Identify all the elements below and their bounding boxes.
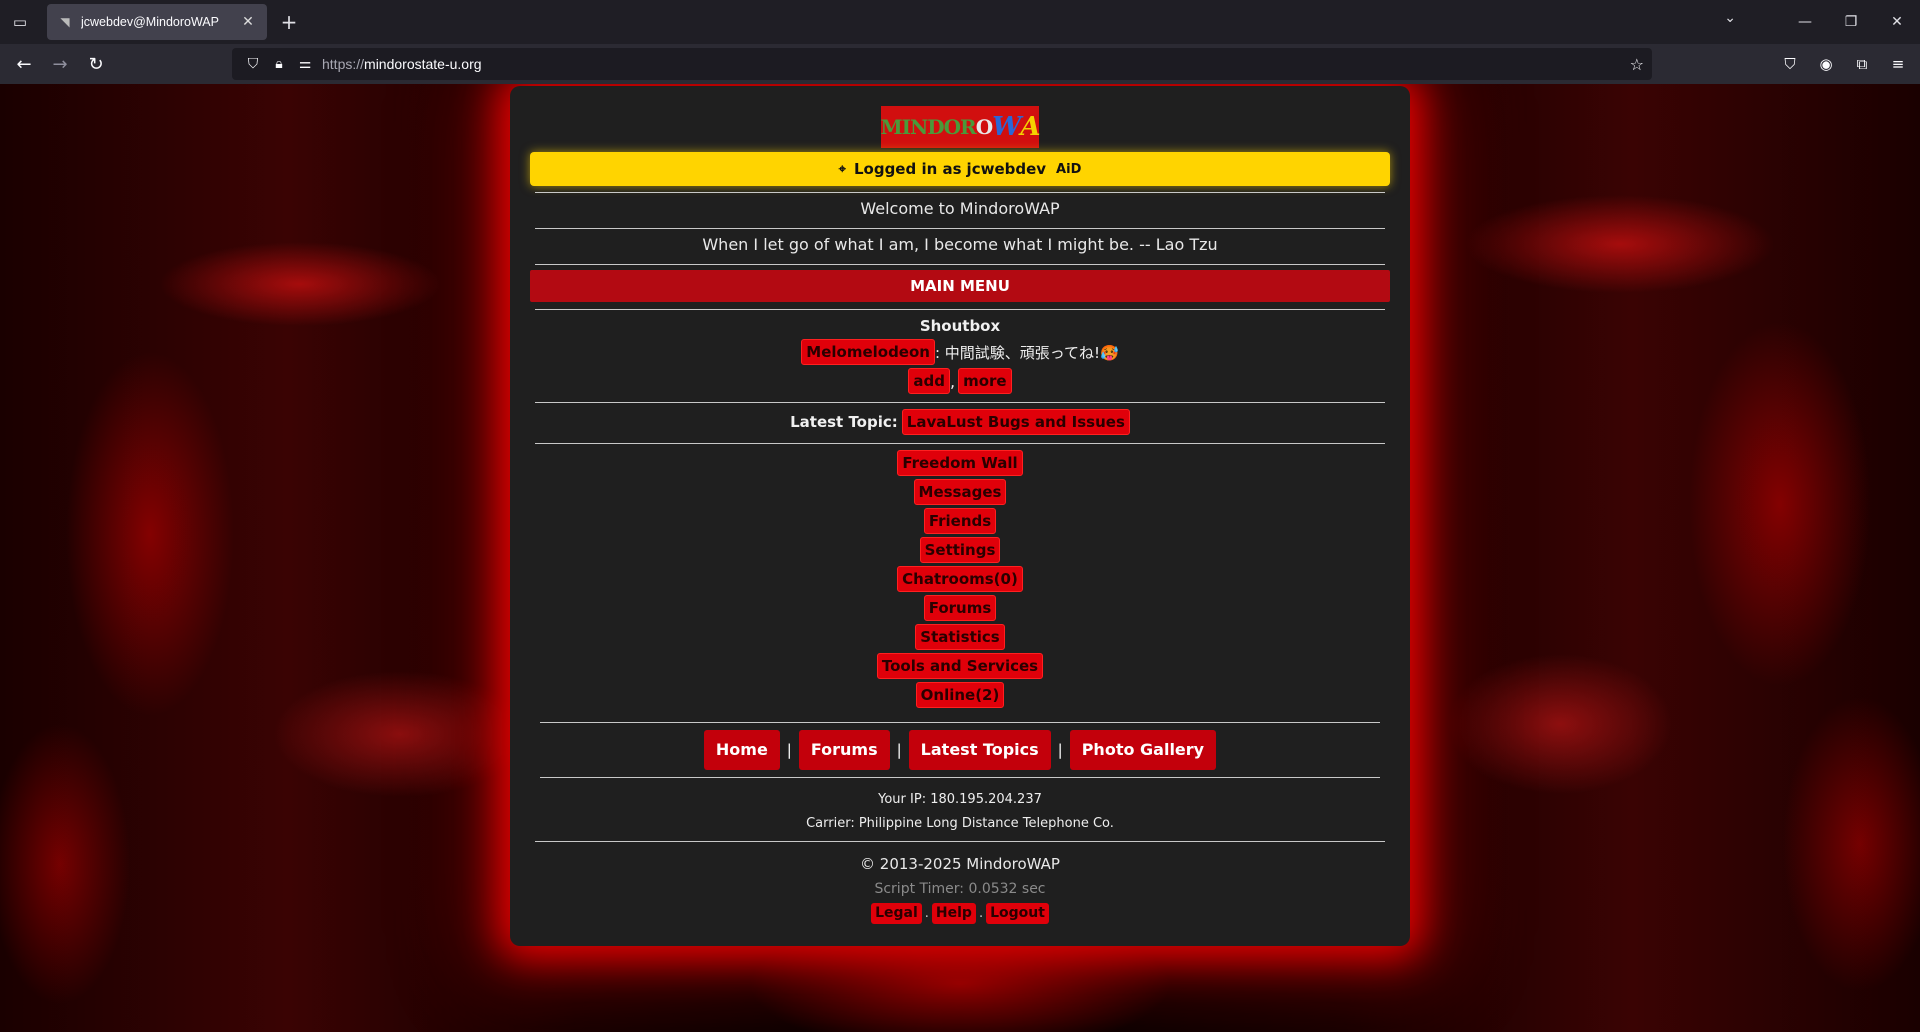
url-bar[interactable]: ⛉ 🔒︎ ⚌ https://mindorostate-u.org ☆ (232, 48, 1652, 80)
menu-forums[interactable]: Forums (923, 595, 997, 621)
browser-navbar: ← → ↻ ⛉ 🔒︎ ⚌ https://mindorostate-u.org … (0, 44, 1920, 84)
nav-latest-topics[interactable]: Latest Topics (908, 730, 1051, 770)
permissions-icon[interactable]: ⚌ (292, 56, 318, 72)
shout-sep: , (950, 371, 956, 391)
shoutbox-message: Melomelodeon : 中間試験、頑張ってね!🥵 (510, 339, 1410, 365)
menu-item-row: Online(2) (510, 682, 1410, 708)
menu-statistics[interactable]: Statistics (915, 624, 1005, 650)
nav-home[interactable]: Home (703, 730, 780, 770)
latest-topic-row: Latest Topic: LavaLust Bugs and Issues (510, 408, 1410, 436)
footer-logout[interactable]: Logout (986, 902, 1049, 924)
menu-item-row: Friends (510, 508, 1410, 534)
footer-sep: . (978, 905, 984, 921)
menu-item-row: Forums (510, 595, 1410, 621)
divider (535, 309, 1385, 310)
nav-sep: | (896, 741, 902, 759)
nav-forums[interactable]: Forums (798, 730, 890, 770)
menu-messages[interactable]: Messages (913, 479, 1007, 505)
restore-button[interactable]: ❐ (1828, 14, 1874, 30)
nav-photo-gallery[interactable]: Photo Gallery (1069, 730, 1217, 770)
bookmark-star-icon[interactable]: ☆ (1630, 55, 1644, 74)
shout-more-link[interactable]: more (958, 368, 1012, 394)
menu-freedom-wall[interactable]: Freedom Wall (897, 450, 1023, 476)
shield-icon[interactable]: ⛉ (240, 56, 266, 72)
menu-settings[interactable]: Settings (919, 537, 1001, 563)
nav-sep: | (1057, 741, 1063, 759)
shout-add-link[interactable]: add (908, 368, 950, 394)
latest-topic-label: Latest Topic: (790, 413, 898, 431)
menu-online[interactable]: Online(2) (915, 682, 1005, 708)
quote-text: When I let go of what I am, I become wha… (702, 235, 1218, 254)
menu-item-row: Statistics (510, 624, 1410, 650)
browser-tab[interactable]: ◥ jcwebdev@MindoroWAP ✕ (47, 4, 267, 40)
ip-text: Your IP: 180.195.204.237 (878, 792, 1042, 807)
shout-author-link[interactable]: Melomelodeon (801, 339, 935, 365)
divider (535, 228, 1385, 229)
login-username[interactable]: jcwebdev (967, 160, 1047, 178)
new-tab-button[interactable]: + (271, 4, 307, 40)
browser-tabbar: ▭ ◥ jcwebdev@MindoroWAP ✕ + ⌄ — ❐ ✕ (0, 0, 1920, 44)
site-logo[interactable]: MINDOR O W A (881, 106, 1041, 148)
latest-topic-link[interactable]: LavaLust Bugs and Issues (901, 409, 1130, 435)
menu-icon[interactable]: ≡ (1880, 48, 1916, 80)
divider (535, 192, 1385, 193)
nav-sep: | (786, 741, 792, 759)
footer-help[interactable]: Help (931, 902, 976, 924)
footer-links: Legal . Help . Logout (510, 901, 1410, 925)
close-tab-icon[interactable]: ✕ (239, 14, 257, 30)
account-icon[interactable]: ◉ (1808, 48, 1844, 80)
url-text[interactable]: https://mindorostate-u.org (322, 56, 482, 72)
close-window-button[interactable]: ✕ (1874, 14, 1920, 30)
divider (535, 264, 1385, 265)
footer-legal[interactable]: Legal (871, 902, 922, 924)
footer-sep: . (924, 905, 929, 921)
menu-item-row: Settings (510, 537, 1410, 563)
minimize-button[interactable]: — (1782, 14, 1828, 30)
shout-text: : 中間試験、頑張ってね!🥵 (934, 343, 1119, 362)
divider (535, 402, 1385, 403)
menu-friends[interactable]: Friends (923, 508, 997, 534)
bottom-nav: Home | Forums | Latest Topics | Photo Ga… (510, 729, 1410, 771)
shoutbox-title: Shoutbox (919, 317, 1001, 335)
menu-item-row: Tools and Services (510, 653, 1410, 679)
menu-tools-services[interactable]: Tools and Services (876, 653, 1044, 679)
login-status-bar: ⌖ Logged in as jcwebdev AiD (530, 152, 1390, 186)
menu-chatrooms[interactable]: Chatrooms(0) (897, 566, 1023, 592)
reload-button[interactable]: ↻ (78, 48, 114, 80)
pocket-icon[interactable]: ⛉ (1772, 48, 1808, 80)
menu-item-row: Freedom Wall (510, 450, 1410, 476)
lock-icon[interactable]: 🔒︎ (266, 56, 292, 72)
login-prefix: Logged in as (853, 160, 962, 178)
role-badge: AiD (1056, 161, 1082, 177)
menu-item-row: Chatrooms(0) (510, 566, 1410, 592)
shoutbox-actions: add , more (510, 368, 1410, 394)
extensions-icon[interactable]: ⧉ (1844, 48, 1880, 80)
chevron-down-icon[interactable]: ⌄ (1724, 10, 1736, 26)
divider (540, 777, 1380, 778)
copyright-text: © 2013-2025 MindoroWAP (860, 855, 1060, 873)
main-menu-header: MAIN MENU (530, 270, 1390, 302)
divider (535, 841, 1385, 842)
divider (535, 443, 1385, 444)
script-timer: Script Timer: 0.0532 sec (874, 881, 1046, 897)
favicon-icon: ◥ (60, 15, 70, 29)
carrier-text: Carrier: Philippine Long Distance Teleph… (806, 816, 1114, 831)
page-background: MINDOR O W A ⌖ Logged in as jcwebdev AiD We… (0, 84, 1920, 1032)
user-icon: ⌖ (838, 161, 846, 177)
tab-list-icon[interactable]: ▭ (0, 0, 40, 44)
tab-title: jcwebdev@MindoroWAP (81, 15, 219, 29)
main-container: MINDOR O W A ⌖ Logged in as jcwebdev AiD We… (510, 86, 1410, 946)
forward-button[interactable]: → (42, 48, 78, 80)
divider (540, 722, 1380, 723)
back-button[interactable]: ← (6, 48, 42, 80)
menu-item-row: Messages (510, 479, 1410, 505)
welcome-text: Welcome to MindoroWAP (860, 199, 1060, 218)
